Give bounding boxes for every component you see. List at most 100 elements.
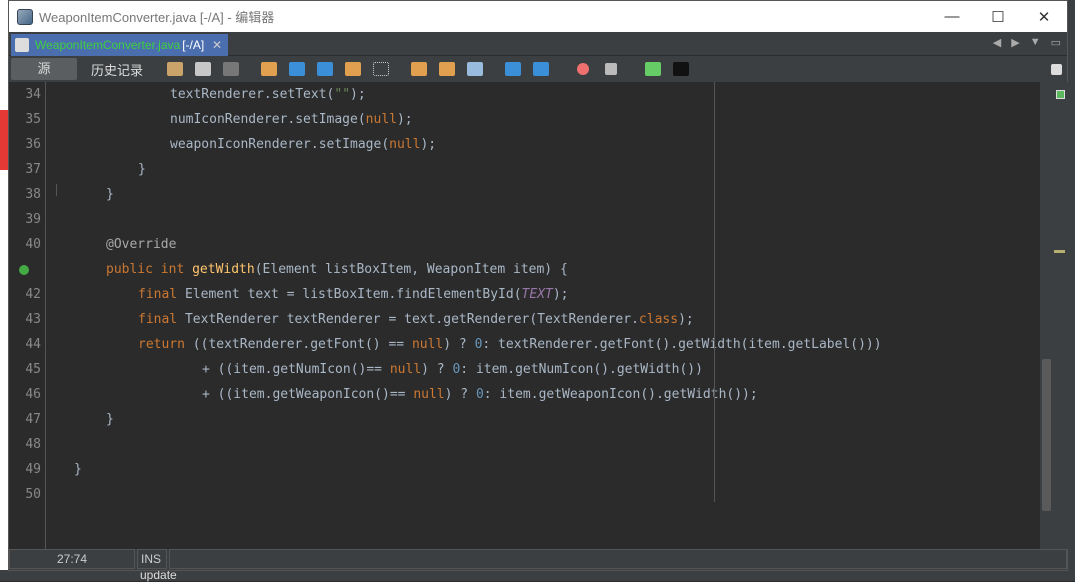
java-file-icon [15,38,29,52]
line-number: 45 [25,362,41,377]
maximize-button[interactable]: ☐ [975,8,1021,26]
code-token: } [138,162,146,177]
code-line: + ((item.getWeaponIcon()== null) ? 0: it… [202,382,758,407]
code-token: : textRenderer.getFont().getWidth(item.g… [482,337,882,352]
maximize-tab-icon[interactable]: ▭ [1051,36,1061,49]
next-bookmark-icon[interactable] [439,62,456,76]
line-number: 39 [25,212,41,227]
scrollbar-thumb[interactable] [1042,359,1051,511]
code-token: @Override [106,237,177,252]
code-line: } [138,157,146,182]
code-token: ) ? [421,362,453,377]
app-icon [17,8,33,25]
line-number: 46 [25,387,41,402]
last-edit-icon[interactable] [167,62,184,76]
close-button[interactable]: ✕ [1021,8,1067,26]
line-number: 40 [25,237,41,252]
line-number: 48 [25,437,41,452]
tab-list-icon[interactable]: ▼ [1030,36,1041,49]
previous-bookmark-icon[interactable] [411,62,428,76]
line-number: 34 [25,87,41,102]
code-token: : item.getNumIcon().getWidth()) [460,362,703,377]
tab-bar: WeaponItemConverter.java [-/A] ✕ ◀ ▶ ▼ ▭ [9,32,1067,56]
code-token: ); [350,87,366,102]
background-window-right [1068,0,1075,581]
code-token: (Element listBoxItem, WeaponItem item) { [254,262,568,277]
toggle-highlight-icon[interactable] [345,62,362,76]
find-next-icon[interactable] [317,62,334,76]
title-bar: WeaponItemConverter.java [-/A] - 编辑器 — ☐… [9,1,1067,32]
code-line: textRenderer.setText(""); [170,82,366,107]
code-token: textRenderer.setText( [170,87,335,102]
no-errors-icon [1056,90,1065,99]
insert-mode: INS [137,549,167,569]
forward-icon[interactable] [223,62,240,76]
code-token: public int [106,262,193,277]
code-line: } [106,182,114,207]
code-token: final [138,287,185,302]
code-token: ((textRenderer.getFont() == [192,337,412,352]
line-number: 49 [25,462,41,477]
background-text: update [140,568,177,582]
code-line: numIconRenderer.setImage(null); [170,107,413,132]
override-marker-icon [19,265,29,275]
find-icon[interactable] [261,62,278,76]
source-tab-button[interactable]: 源 [11,58,77,80]
split-editor-icon[interactable] [1051,63,1062,75]
code-token: + ((item.getWeaponIcon()== [202,387,414,402]
line-number: 50 [25,487,41,502]
history-tab-button[interactable]: 历史记录 [91,60,143,79]
stop-macro-icon[interactable] [605,63,618,75]
tab-file[interactable]: WeaponItemConverter.java [-/A] ✕ [11,34,228,56]
status-message [169,549,1067,569]
line-number: 35 [25,112,41,127]
scroll-left-icon[interactable]: ◀ [993,36,1001,49]
line-number: 38 [25,187,41,202]
background-window-bottom: update [0,568,1075,582]
code-line: } [74,457,82,482]
right-margin-line [714,82,715,502]
code-token: } [74,462,82,477]
code-token: Element text = listBoxItem.findElementBy… [184,287,522,302]
toggle-bookmark-icon[interactable] [467,62,484,76]
code-token: } [106,187,114,202]
vertical-scrollbar[interactable] [1040,82,1069,549]
code-token: null [389,362,422,377]
line-number: 37 [25,162,41,177]
line-number: 47 [25,412,41,427]
comment-icon[interactable] [645,62,662,76]
tab-close-icon[interactable]: ✕ [212,38,222,52]
code-token: ); [552,287,569,302]
code-line: final Element text = listBoxItem.findEle… [138,282,568,307]
code-line: } [106,407,114,432]
warning-marker[interactable] [1054,250,1065,253]
code-token: ) ? [444,387,476,402]
back-icon[interactable] [195,62,212,76]
uncomment-icon[interactable] [673,62,690,76]
rect-selection-icon[interactable] [373,62,390,76]
code-token: null [365,112,397,127]
code-token: numIconRenderer.setImage( [170,112,366,127]
find-previous-icon[interactable] [289,62,306,76]
code-token: return [138,337,193,352]
scroll-right-icon[interactable]: ▶ [1011,36,1019,49]
code-token: final [138,312,185,327]
code-token: "" [334,87,351,102]
code-token: getWidth [192,262,255,277]
code-line: public int getWidth(Element listBoxItem,… [106,257,568,282]
line-number: 36 [25,137,41,152]
code-line: return ((textRenderer.getFont() == null)… [138,332,882,357]
code-token: weaponIconRenderer.setImage( [170,137,390,152]
shift-right-icon[interactable] [533,62,550,76]
minimize-button[interactable]: — [929,8,975,26]
code-token: } [106,412,114,427]
record-macro-icon[interactable] [577,63,590,75]
code-token: ); [396,112,413,127]
code-token: null [413,387,445,402]
code-editor[interactable]: 34 35 36 37 38 39 40 42 43 44 45 46 47 48 49 50 textRen… [9,82,1040,549]
code-token: class [638,312,679,327]
shift-left-icon[interactable] [505,62,522,76]
code-token: ); [678,312,694,327]
code-line: @Override [106,232,176,257]
code-line: final TextRenderer textRenderer = text.g… [138,307,694,332]
